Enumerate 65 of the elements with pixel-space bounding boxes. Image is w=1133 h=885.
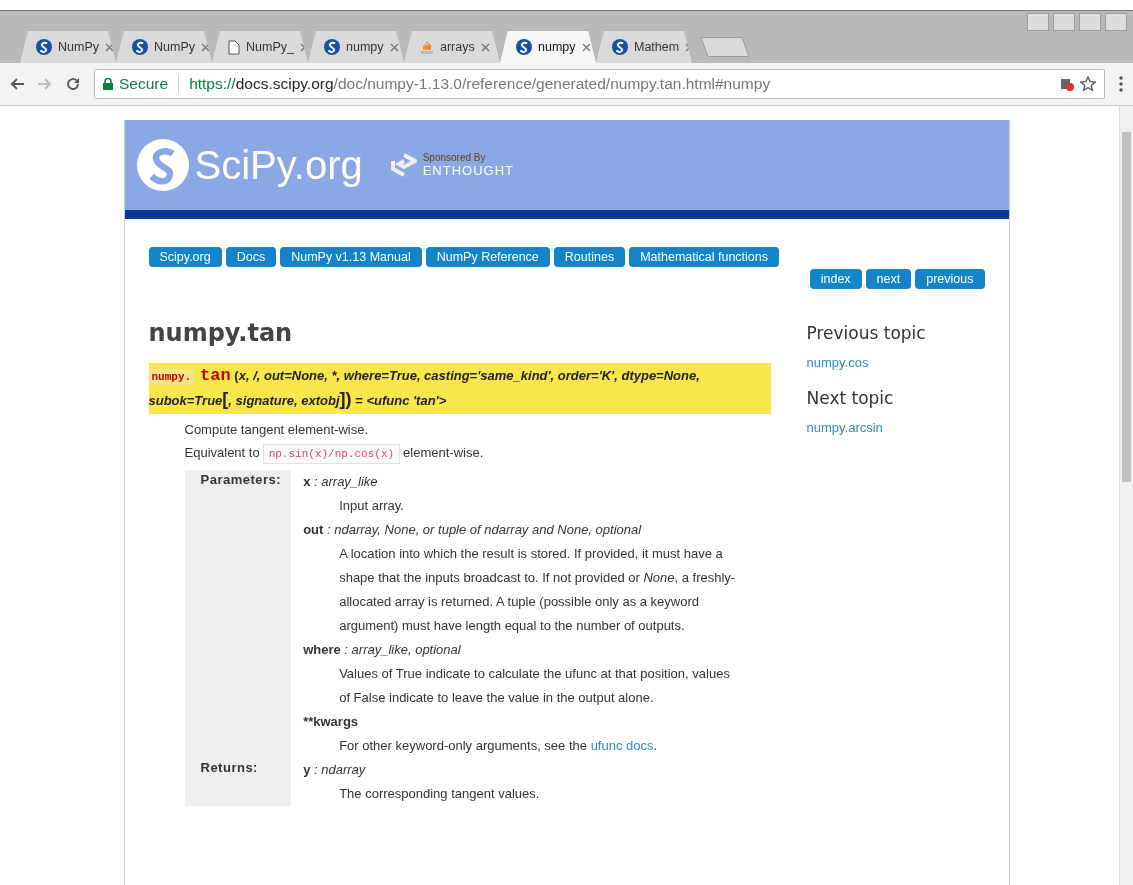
- lock-icon: [103, 78, 113, 90]
- breadcrumb-link[interactable]: NumPy Reference: [425, 247, 550, 267]
- page-title: numpy.tan: [148, 319, 294, 347]
- nav-link[interactable]: previous: [915, 269, 985, 289]
- breadcrumb-link[interactable]: NumPy v1.13 Manual: [280, 247, 422, 267]
- topic-link[interactable]: numpy.cos: [806, 355, 926, 370]
- browser-tab[interactable]: NumPy: [20, 31, 116, 63]
- logo-icon: [132, 39, 148, 55]
- blocked-icon[interactable]: [1060, 77, 1074, 91]
- sidebar-heading: Previous topic: [806, 323, 926, 343]
- param-name: **kwargs: [303, 713, 360, 731]
- close-button[interactable]: [1105, 13, 1127, 31]
- param-description: For other keyword-only arguments, see the ufunc docs.: [339, 738, 658, 753]
- nav-link[interactable]: index: [809, 269, 862, 289]
- function-signature: numpy. tan (x, /, out=None, *, where=True, casting='same_kind', order='K', dtype=None, subok=True[, signature, extobj]) = <ufunc 'tan'>: [148, 363, 771, 414]
- breadcrumb-link[interactable]: Mathematical functions: [629, 247, 779, 267]
- param-name: out : ndarray, None, or tuple of ndarray and None, optional: [303, 521, 643, 539]
- summary-text: Compute tangent element-wise.: [184, 422, 370, 437]
- logo-icon: [36, 39, 52, 55]
- ufunc-docs-link[interactable]: ufunc docs: [590, 738, 654, 753]
- logo-icon: [612, 39, 628, 55]
- param-name: x : array_like: [303, 473, 379, 491]
- browser-tab[interactable]: NumPy: [116, 31, 212, 63]
- sponsor-name[interactable]: ENTHOUGHT: [422, 163, 515, 178]
- field-label: Returns:: [200, 760, 258, 775]
- param-description: A location into which the result is stored. If provided, it must have a shape that the inputs broadcast to. If not provided or None, a freshly-allocated array is returned. A tuple (possible only as a keyword argument) must have length equal to the number of outputs.: [339, 546, 736, 633]
- url-text: https://docs.scipy.org/doc/numpy-1.13.0/reference/generated/numpy.tan.html#numpy: [189, 75, 771, 93]
- browser-tab[interactable]: NumPy_: [212, 31, 308, 63]
- sponsored-label: Sponsored By: [422, 152, 487, 163]
- secure-label: Secure: [119, 75, 169, 93]
- scrollbar[interactable]: [1119, 106, 1133, 885]
- nav-link[interactable]: next: [865, 269, 912, 289]
- menu-icon[interactable]: [1119, 76, 1123, 92]
- topic-link[interactable]: numpy.arcsin: [806, 420, 926, 435]
- inline-code: np.sin(x)/np.cos(x): [262, 444, 401, 464]
- browser-tab[interactable]: Mathem: [596, 31, 692, 63]
- back-icon[interactable]: [10, 78, 24, 90]
- star-icon[interactable]: [1080, 76, 1096, 92]
- logo-icon: [516, 39, 532, 55]
- browser-tab[interactable]: numpy: [308, 31, 404, 63]
- param-name: y : ndarray: [303, 761, 367, 779]
- breadcrumb-link[interactable]: Docs: [225, 247, 277, 267]
- address-bar[interactable]: Secure https://docs.scipy.org/doc/numpy-1.13.0/reference/generated/numpy.tan.html#numpy: [94, 69, 1105, 99]
- body-text: element-wise.: [403, 445, 484, 460]
- reload-icon[interactable]: [66, 77, 80, 91]
- forward-icon[interactable]: [38, 78, 52, 90]
- minimize-button[interactable]: [1053, 13, 1075, 31]
- logo-icon: [136, 139, 189, 191]
- param-description: Input array.: [339, 498, 404, 513]
- site-logo-text[interactable]: SciPy.org: [194, 142, 363, 188]
- maximize-button[interactable]: [1079, 13, 1101, 31]
- param-name: where : array_like, optional: [303, 641, 462, 659]
- sponsor-logo-icon: [390, 153, 417, 177]
- body-text: Equivalent to: [184, 445, 260, 460]
- field-label: Parameters:: [200, 472, 282, 487]
- document-icon: [228, 39, 240, 55]
- breadcrumb-link[interactable]: Routines: [553, 247, 626, 267]
- logo-icon: [324, 39, 340, 55]
- param-description: The corresponding tangent values.: [339, 786, 540, 801]
- stack-icon: [420, 39, 434, 55]
- browser-tab[interactable]: numpy: [500, 31, 596, 63]
- browser-tab[interactable]: arrays: [404, 31, 500, 63]
- sidebar-heading: Next topic: [806, 388, 895, 408]
- param-description: Values of True indicate to calculate the ufunc at that position, values of False indicate to leave the value in the output alone.: [339, 666, 730, 705]
- breadcrumb-link[interactable]: Scipy.org: [148, 247, 222, 267]
